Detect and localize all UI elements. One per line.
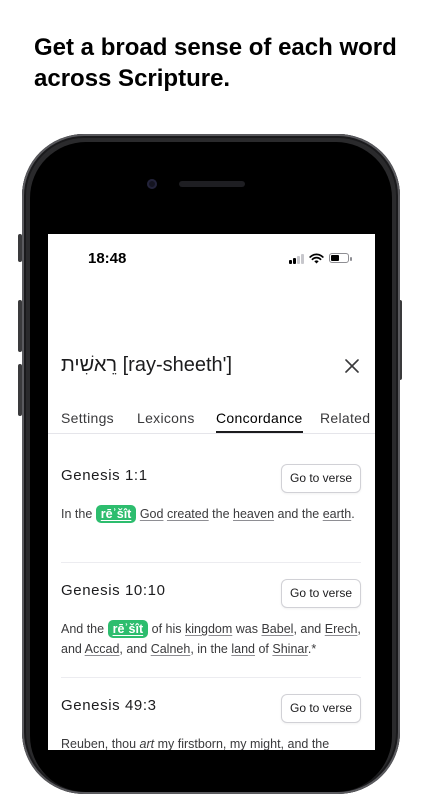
- verse-word-link[interactable]: created: [167, 507, 209, 521]
- verse-punct: .: [351, 507, 355, 521]
- verse-punct: , and: [119, 642, 148, 656]
- verse-word: the: [212, 507, 230, 521]
- hebrew-word: רֵאשִׁית: [61, 354, 118, 376]
- verse-word-link[interactable]: earth: [323, 507, 352, 521]
- battery-icon: [329, 253, 352, 263]
- verse-word-link[interactable]: heaven: [233, 507, 274, 521]
- verse-word: was: [235, 622, 258, 636]
- verse-divider: [61, 562, 361, 563]
- verse-punct: , and: [293, 622, 322, 636]
- status-time: 18:48: [88, 250, 127, 267]
- tab-concordance[interactable]: Concordance: [216, 410, 303, 433]
- tab-settings[interactable]: Settings: [61, 410, 114, 426]
- tab-related[interactable]: Related: [320, 410, 370, 426]
- wifi-icon: [309, 253, 324, 263]
- verse-word: of his: [151, 622, 182, 636]
- verse-punct: , in the: [190, 642, 228, 656]
- verse-text: Reuben, thou art my firstborn, my might,…: [61, 734, 361, 750]
- verse-punct: .*: [307, 642, 317, 656]
- tab-bar: Settings Lexicons Concordance Related: [48, 410, 375, 434]
- verse-word-link[interactable]: land: [231, 642, 255, 656]
- verse-text: In the rēʾšît God created the heaven and…: [61, 504, 361, 524]
- highlighted-word[interactable]: rēʾšît: [95, 505, 137, 523]
- verse-word-italic: art: [139, 737, 155, 750]
- verse-word-link[interactable]: Calneh: [151, 642, 191, 656]
- verse-word-link[interactable]: Erech: [325, 622, 358, 636]
- verse-text: And the rēʾšît of his kingdom was Babel,…: [61, 619, 361, 659]
- verse-word: In the: [61, 507, 93, 521]
- verse-word: of: [258, 642, 269, 656]
- verse-divider: [61, 677, 361, 678]
- verse-reference: Genesis 1:1: [61, 467, 148, 484]
- earpiece-speaker: [179, 181, 245, 187]
- verse-reference: Genesis 49:3: [61, 697, 157, 714]
- verse-word-link[interactable]: kingdom: [185, 622, 232, 636]
- verse-word: And the: [61, 622, 105, 636]
- verse-word: Reuben, thou: [61, 737, 137, 750]
- status-icons: [289, 252, 352, 264]
- close-icon[interactable]: [345, 359, 359, 373]
- cellular-signal-icon: [289, 253, 304, 264]
- tabs-divider: [48, 433, 375, 434]
- tab-lexicons[interactable]: Lexicons: [137, 410, 195, 426]
- verse-word-link[interactable]: Accad: [85, 642, 120, 656]
- verse-word-link[interactable]: God: [140, 507, 164, 521]
- word-header: רֵאשִׁית [ray-sheeth']: [61, 354, 232, 377]
- verse-word-link[interactable]: Babel: [261, 622, 293, 636]
- verse-word-link[interactable]: Shinar: [272, 642, 307, 656]
- go-to-verse-button[interactable]: Go to verse: [281, 579, 361, 608]
- verse-reference: Genesis 10:10: [61, 582, 166, 599]
- promo-headline: Get a broad sense of each word across Sc…: [34, 34, 397, 92]
- app-screen: 18:48 רֵאשִׁית [ray-sheeth'] Settings Le…: [48, 234, 375, 750]
- highlighted-word[interactable]: rēʾšît: [107, 620, 149, 638]
- verse-word: my firstborn, my might, and the: [157, 737, 330, 750]
- transliteration: [ray-sheeth']: [122, 354, 233, 376]
- go-to-verse-button[interactable]: Go to verse: [281, 694, 361, 723]
- front-camera-icon: [147, 179, 157, 189]
- go-to-verse-button[interactable]: Go to verse: [281, 464, 361, 493]
- verse-word: and the: [277, 507, 320, 521]
